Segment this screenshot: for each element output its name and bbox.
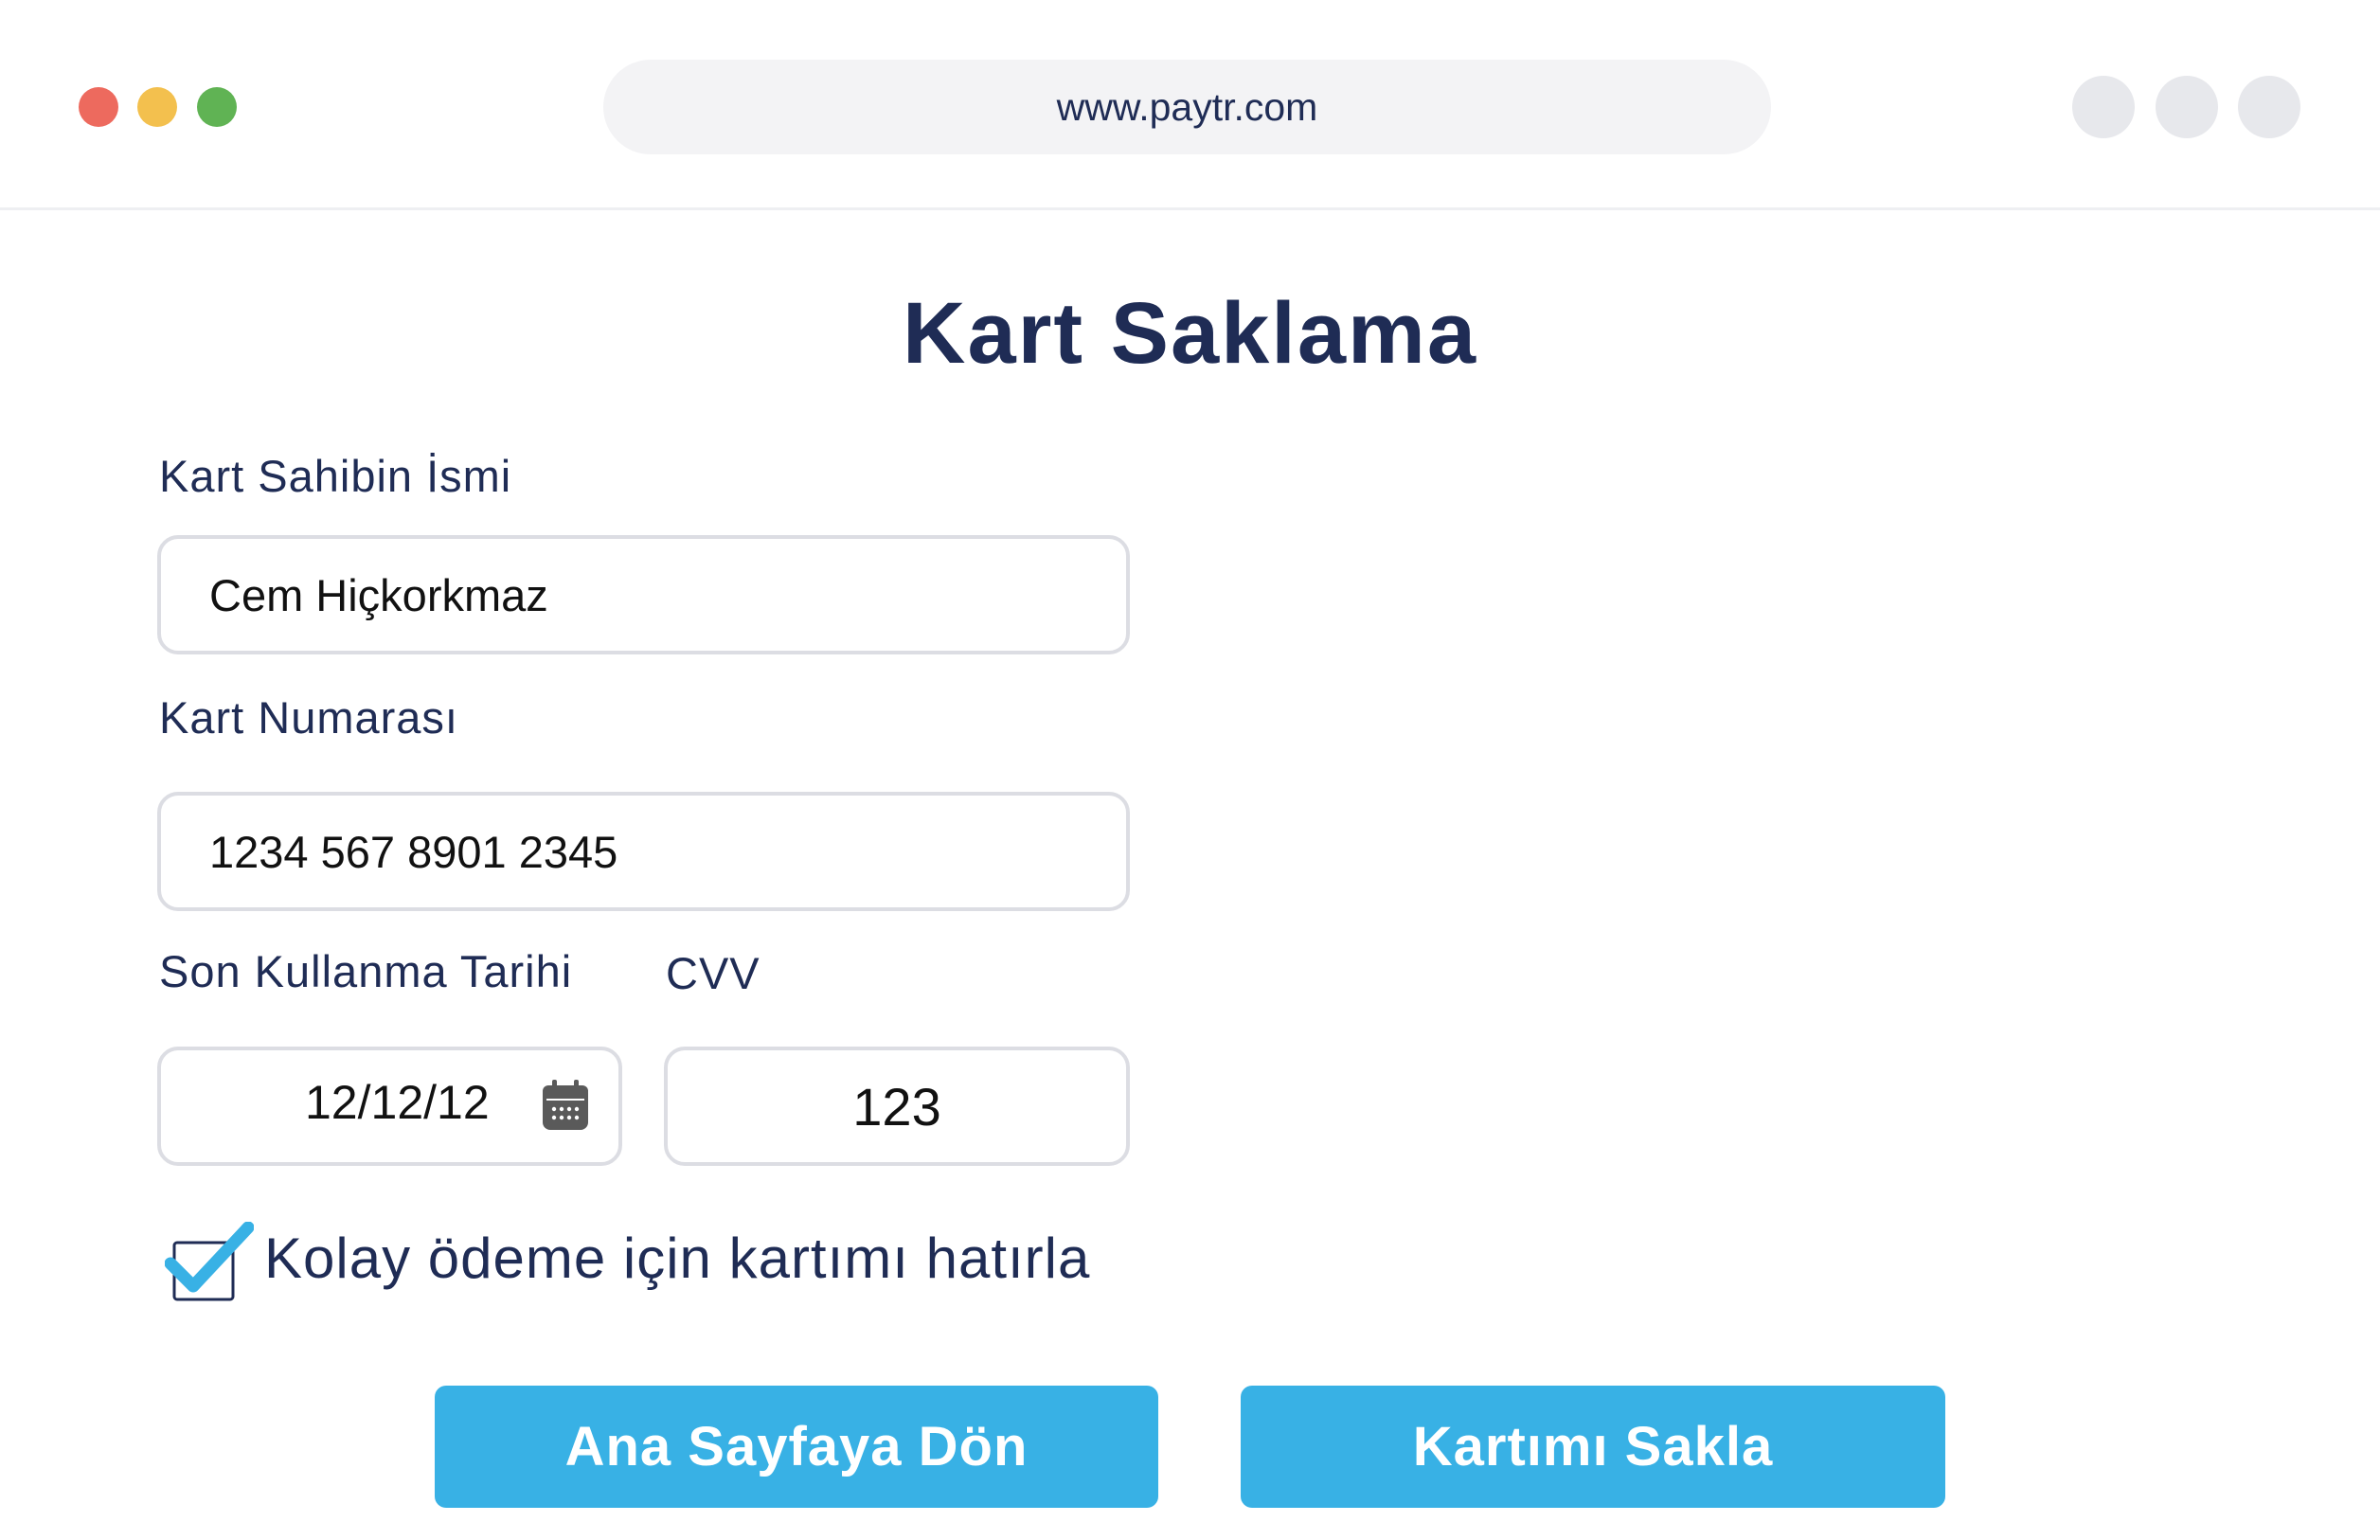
remember-card-label[interactable]: Kolay ödeme için kartımı hatırla — [264, 1226, 1090, 1291]
card-holder-input[interactable]: Cem Hiçkorkmaz — [157, 535, 1130, 654]
checkbox-checked-icon[interactable] — [165, 1222, 254, 1305]
page-title: Kart Saklama — [903, 285, 1477, 382]
save-card-button[interactable]: Kartımı Sakla — [1241, 1386, 1945, 1508]
calendar-icon[interactable] — [541, 1079, 590, 1132]
card-number-label: Kart Numarası — [159, 692, 458, 743]
toolbar-button-1[interactable] — [2072, 76, 2135, 138]
card-number-value: 1234 567 8901 2345 — [209, 826, 618, 877]
window-maximize-dot[interactable] — [197, 87, 237, 127]
expiry-date-label: Son Kullanma Tarihi — [159, 946, 573, 996]
toolbar-button-3[interactable] — [2238, 76, 2300, 138]
card-number-input[interactable]: 1234 567 8901 2345 — [157, 792, 1130, 911]
cvv-input[interactable]: 123 — [664, 1047, 1130, 1166]
toolbar-button-2[interactable] — [2156, 76, 2218, 138]
cvv-label: CVV — [666, 948, 761, 998]
window-close-dot[interactable] — [79, 87, 118, 127]
address-bar-url: www.paytr.com — [1056, 84, 1318, 129]
expiry-date-value: 12/12/12 — [305, 1076, 490, 1129]
save-card-label: Kartımı Sakla — [1412, 1416, 1774, 1477]
window-minimize-dot[interactable] — [137, 87, 177, 127]
back-to-home-button[interactable]: Ana Sayfaya Dön — [435, 1386, 1158, 1508]
back-to-home-label: Ana Sayfaya Dön — [564, 1416, 1029, 1477]
cvv-value: 123 — [852, 1076, 941, 1137]
expiry-date-input[interactable]: 12/12/12 — [157, 1047, 622, 1166]
card-holder-label: Kart Sahibin İsmi — [159, 451, 512, 501]
browser-toolbar: www.paytr.com — [0, 0, 2380, 210]
address-bar[interactable]: www.paytr.com — [603, 60, 1771, 154]
card-holder-value: Cem Hiçkorkmaz — [209, 569, 548, 620]
